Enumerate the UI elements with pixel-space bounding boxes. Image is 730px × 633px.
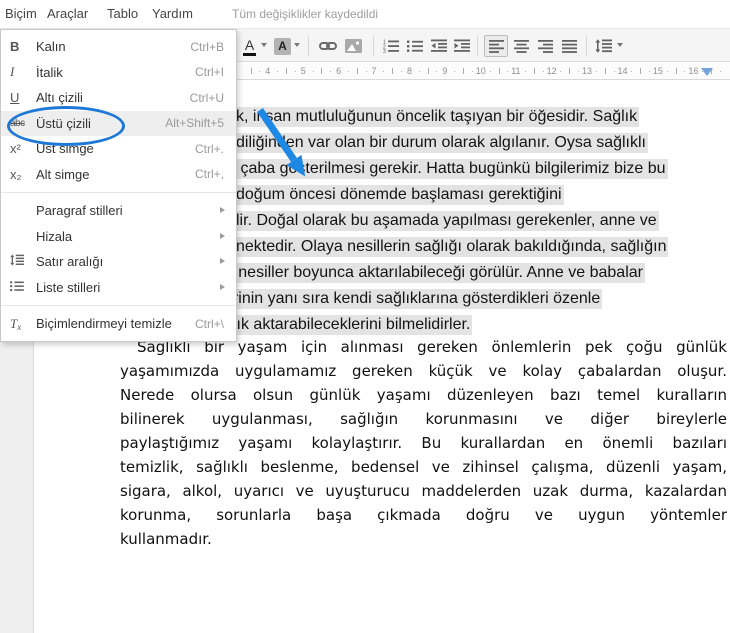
line-spacing-icon — [10, 254, 24, 266]
menu-yardim[interactable]: Yardım — [152, 6, 193, 21]
strikethrough-icon: abc — [1, 118, 36, 129]
line-spacing-icon — [595, 39, 612, 53]
clear-formatting-icon: Tx — [1, 316, 36, 332]
italic-icon: I — [1, 64, 36, 80]
bulleted-list-icon — [407, 39, 423, 53]
insert-image-button[interactable] — [344, 35, 363, 57]
menu-item-strikethrough[interactable]: abc Üstü çizili Alt+Shift+5 — [1, 111, 236, 137]
numbered-list-button[interactable]: 123 — [382, 35, 400, 57]
align-right-icon — [538, 40, 553, 53]
submenu-arrow-icon — [220, 258, 225, 264]
menu-item-bold[interactable]: B Kalın Ctrl+B — [1, 34, 236, 60]
menu-separator — [1, 305, 236, 306]
subscript-icon: x₂ — [1, 167, 36, 182]
justify-button[interactable] — [560, 35, 578, 57]
selected-text-line[interactable]: çaba gösterilmesi gerekir. Hatta bugünkü… — [235, 158, 668, 179]
body-text-line[interactable]: sigara, alkol, uyarıcı ve uyuşturucu mad… — [120, 481, 727, 501]
selected-text-line[interactable]: k, insan mutluluğunun öncelik taşıyan bi… — [235, 106, 639, 127]
align-right-button[interactable] — [536, 35, 554, 57]
menu-item-subscript[interactable]: x₂ Alt simge Ctrl+, — [1, 162, 236, 188]
bulleted-list-icon — [10, 280, 24, 292]
highlight-color-caret-icon[interactable] — [294, 43, 300, 47]
image-icon — [345, 39, 362, 53]
menubar: Biçim Araçlar Tablo Yardım Tüm değişikli… — [0, 0, 730, 28]
menu-araclar[interactable]: Araçlar — [47, 6, 88, 21]
bulleted-list-button[interactable] — [406, 35, 424, 57]
align-center-icon — [514, 40, 529, 53]
selected-text-line[interactable]: doğum öncesi dönemde başlaması gerektiği… — [235, 184, 564, 205]
google-docs-screen: Biçim Araçlar Tablo Yardım Tüm değişikli… — [0, 0, 730, 633]
body-text-line[interactable]: bilinerek uygulanması, sağlığın korunmas… — [120, 409, 727, 429]
insert-link-button[interactable] — [318, 35, 338, 57]
menu-item-clear-formatting[interactable]: Tx Biçimlendirmeyi temizle Ctrl+\ — [1, 311, 236, 337]
align-left-button[interactable] — [484, 35, 508, 57]
menu-separator — [1, 192, 236, 193]
format-menu-panel: B Kalın Ctrl+B I İtalik Ctrl+I U Altı çi… — [0, 29, 237, 342]
menu-tablo[interactable]: Tablo — [107, 6, 138, 21]
highlight-color-icon: A — [274, 38, 291, 55]
body-text-line[interactable]: temizlik, sağlıklı beslenme, bedensel ve… — [120, 457, 727, 477]
underline-icon: U — [1, 90, 36, 105]
menu-item-line-spacing[interactable]: Satır aralığı — [1, 249, 236, 275]
increase-indent-button[interactable] — [453, 35, 471, 57]
decrease-indent-button[interactable] — [430, 35, 448, 57]
decrease-indent-icon — [431, 39, 447, 53]
svg-text:3: 3 — [383, 49, 386, 53]
justify-icon — [562, 40, 577, 53]
body-text-line[interactable]: Nerede olursa olsun günlük yaşamı düzenl… — [120, 385, 727, 405]
line-spacing-caret-icon[interactable] — [617, 43, 623, 47]
menu-bicim[interactable]: Biçim — [5, 6, 37, 21]
bold-icon: B — [1, 39, 36, 54]
body-text-line[interactable]: yaşamımızda uygulamamız gereken küçük ve… — [120, 361, 727, 381]
body-text-line[interactable]: korunma, sorunlarla başa çıkmada doğru v… — [120, 505, 727, 525]
text-color-caret-icon[interactable] — [261, 43, 267, 47]
align-center-button[interactable] — [512, 35, 530, 57]
text-color-icon: A — [245, 37, 254, 53]
save-status: Tüm değişiklikler kaydedildi — [232, 7, 378, 21]
menu-item-superscript[interactable]: x² Üst simge Ctrl+. — [1, 136, 236, 162]
align-left-icon — [489, 40, 504, 53]
link-icon — [319, 40, 337, 52]
right-margin-marker-icon[interactable] — [701, 68, 713, 76]
body-text-line[interactable]: paylaştığımız yaşamı kolaylaştırır. Bu k… — [120, 433, 727, 453]
superscript-icon: x² — [1, 141, 36, 156]
submenu-arrow-icon — [220, 284, 225, 290]
text-color-button[interactable]: A — [240, 35, 259, 57]
menu-item-underline[interactable]: U Altı çizili Ctrl+U — [1, 85, 236, 111]
selected-text-line[interactable]: lir. Doğal olarak bu aşamada yapılması g… — [235, 210, 659, 231]
menu-item-align[interactable]: Hizala — [1, 224, 236, 250]
selected-text-line[interactable]: nektedir. Olaya nesillerin sağlığı olara… — [235, 236, 668, 257]
submenu-arrow-icon — [220, 233, 225, 239]
menu-item-paragraph-styles[interactable]: Paragraf stilleri — [1, 198, 236, 224]
selected-text-line[interactable]: diliğinden var olan bir durum olarak alg… — [235, 132, 648, 153]
menu-item-list-styles[interactable]: Liste stilleri — [1, 275, 236, 301]
menu-item-italic[interactable]: I İtalik Ctrl+I — [1, 60, 236, 86]
line-spacing-button[interactable] — [593, 35, 613, 57]
body-text-line[interactable]: kullanmadır. — [120, 529, 727, 549]
submenu-arrow-icon — [220, 207, 225, 213]
numbered-list-icon: 123 — [383, 39, 399, 53]
increase-indent-icon — [454, 39, 470, 53]
highlight-color-button[interactable]: A — [273, 35, 292, 57]
